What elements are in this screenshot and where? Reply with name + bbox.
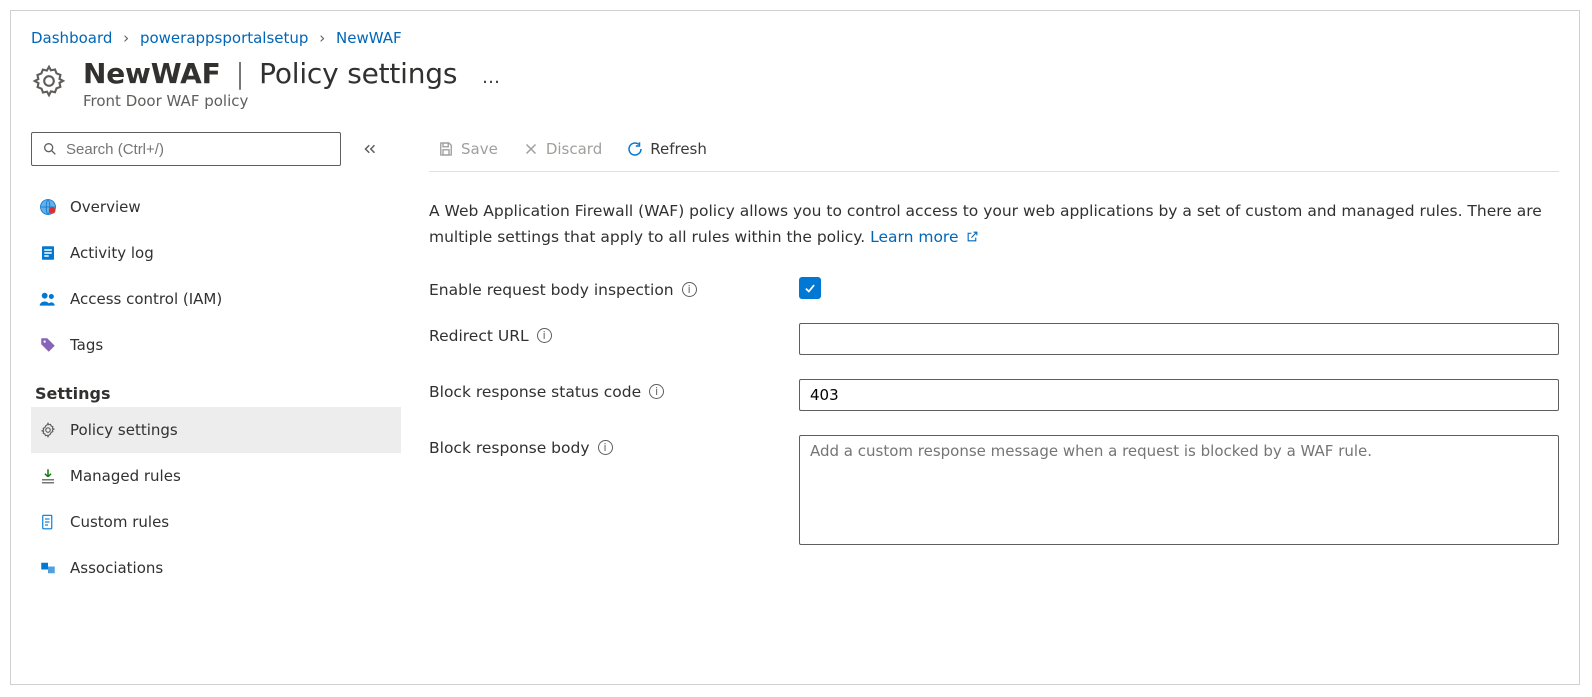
resource-type-label: Front Door WAF policy [83, 92, 1559, 110]
sidebar-item-tags[interactable]: Tags [31, 322, 401, 368]
chevron-right-icon: › [123, 29, 129, 47]
redirect-url-input[interactable] [799, 323, 1559, 355]
external-link-icon [966, 230, 979, 243]
log-icon [38, 243, 58, 263]
sidebar-item-access-control[interactable]: Access control (IAM) [31, 276, 401, 322]
sidebar-item-custom-rules[interactable]: Custom rules [31, 499, 401, 545]
breadcrumb-item-resource-group[interactable]: powerappsportalsetup [140, 29, 308, 47]
breadcrumb-item-dashboard[interactable]: Dashboard [31, 29, 112, 47]
tag-icon [38, 335, 58, 355]
sidebar-item-overview[interactable]: Overview [31, 184, 401, 230]
search-icon [42, 141, 58, 157]
more-button[interactable]: … [482, 67, 502, 88]
download-rules-icon [38, 466, 58, 486]
sidebar-section-heading: Settings [35, 384, 401, 403]
people-icon [38, 289, 58, 309]
sidebar-item-label: Activity log [70, 244, 154, 262]
info-icon[interactable]: i [598, 440, 613, 455]
block-status-label: Block response status code i [429, 379, 799, 401]
info-icon[interactable]: i [682, 282, 697, 297]
save-button[interactable]: Save [429, 136, 506, 162]
enable-inspection-label: Enable request body inspection i [429, 277, 799, 299]
block-body-textarea[interactable] [799, 435, 1559, 545]
sidebar: Overview Activity log Access control (IA… [31, 132, 401, 591]
breadcrumb-item-resource[interactable]: NewWAF [336, 29, 402, 47]
main-content: Save Discard Refresh A Web Application F… [401, 132, 1559, 591]
search-input[interactable] [66, 141, 330, 158]
sidebar-item-label: Access control (IAM) [70, 290, 222, 308]
block-status-input[interactable] [799, 379, 1559, 411]
learn-more-link[interactable]: Learn more [870, 228, 979, 246]
check-icon [803, 281, 817, 295]
discard-button[interactable]: Discard [514, 136, 610, 162]
description-text: A Web Application Firewall (WAF) policy … [429, 198, 1559, 251]
sidebar-item-label: Tags [70, 336, 103, 354]
resource-name: NewWAF [83, 57, 221, 90]
toolbar: Save Discard Refresh [429, 132, 1559, 172]
sidebar-item-label: Policy settings [70, 421, 178, 439]
info-icon[interactable]: i [649, 384, 664, 399]
sidebar-item-managed-rules[interactable]: Managed rules [31, 453, 401, 499]
globe-icon [38, 197, 58, 217]
sidebar-item-label: Overview [70, 198, 141, 216]
sidebar-item-label: Managed rules [70, 467, 181, 485]
chevron-right-icon: › [319, 29, 325, 47]
sidebar-item-policy-settings[interactable]: Policy settings [31, 407, 401, 453]
close-icon [522, 140, 540, 158]
sidebar-item-label: Associations [70, 559, 163, 577]
breadcrumb: Dashboard › powerappsportalsetup › NewWA… [31, 29, 1559, 47]
gear-icon [31, 63, 67, 99]
search-input-wrapper[interactable] [31, 132, 341, 166]
page-header: NewWAF | Policy settings … Front Door WA… [31, 57, 1559, 110]
page-title: NewWAF | Policy settings … [83, 57, 1559, 90]
collapse-sidebar-button[interactable] [361, 140, 379, 158]
associations-icon [38, 558, 58, 578]
info-icon[interactable]: i [537, 328, 552, 343]
sidebar-item-label: Custom rules [70, 513, 169, 531]
enable-inspection-checkbox[interactable] [799, 277, 821, 299]
block-body-label: Block response body i [429, 435, 799, 457]
sidebar-item-activity-log[interactable]: Activity log [31, 230, 401, 276]
refresh-button[interactable]: Refresh [618, 136, 715, 162]
redirect-url-label: Redirect URL i [429, 323, 799, 345]
sidebar-item-associations[interactable]: Associations [31, 545, 401, 591]
save-icon [437, 140, 455, 158]
refresh-icon [626, 140, 644, 158]
page-subtitle-inline: Policy settings [259, 57, 457, 90]
scroll-icon [38, 512, 58, 532]
gear-icon [38, 420, 58, 440]
